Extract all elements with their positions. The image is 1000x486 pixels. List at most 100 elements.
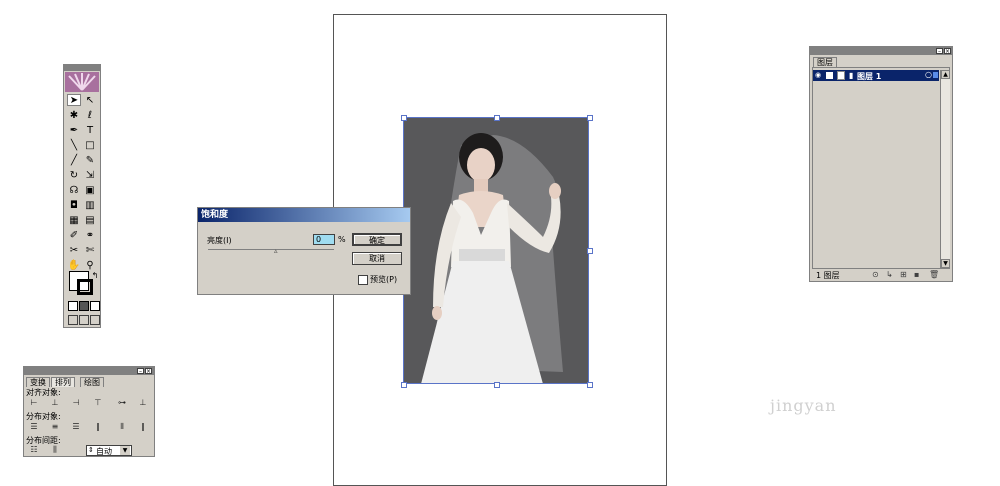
spacing-stepper-icon[interactable]: ⇕ <box>88 446 94 454</box>
selection-handle[interactable] <box>401 115 407 121</box>
spacing-value: 自动 <box>96 447 112 456</box>
distribute-top-icon[interactable]: ☰ <box>28 422 40 432</box>
options-icon[interactable]: ▪ <box>914 270 919 279</box>
selection-handle[interactable] <box>494 115 500 121</box>
tab-transform[interactable]: 变换 <box>26 377 50 387</box>
brightness-slider-thumb[interactable]: ▵ <box>274 248 278 255</box>
spacing-select[interactable]: ⇕ 自动 ▼ <box>86 445 132 456</box>
layers-scrollbar[interactable]: ▲ ▼ <box>940 70 950 268</box>
stroke-color-swatch[interactable] <box>77 279 93 295</box>
hand-tool-icon[interactable]: ✋ <box>67 259 81 271</box>
selection-handle[interactable] <box>587 115 593 121</box>
dialog-title: 饱和度 <box>198 208 410 222</box>
distribute-bottom-icon[interactable]: ☰ <box>70 422 82 432</box>
distribute-objects-label: 分布对象: <box>26 412 61 421</box>
chevron-down-icon[interactable]: ▼ <box>120 446 130 455</box>
type-tool-icon[interactable]: T <box>83 124 97 136</box>
scroll-down-icon[interactable]: ▼ <box>941 259 950 268</box>
close-icon[interactable]: × <box>145 368 152 375</box>
distribute-vertical-space-icon[interactable]: ☷ <box>28 445 40 455</box>
mesh-tool-icon[interactable]: ▦ <box>67 214 81 226</box>
layer-row[interactable]: ◉ ▮ 图层 1 ○ <box>813 70 939 81</box>
delete-layer-icon[interactable]: 🗑 <box>929 270 939 279</box>
align-vcenter-icon[interactable]: ⊶ <box>116 398 128 408</box>
tab-drawing[interactable]: 绘图 <box>80 377 104 387</box>
tab-layers[interactable]: 图层 <box>813 57 837 67</box>
new-sublayer-icon[interactable]: ↳ <box>886 270 893 279</box>
preview-label: 预览(P) <box>370 275 398 284</box>
align-right-icon[interactable]: ⊣ <box>70 398 82 408</box>
align-bottom-icon[interactable]: ⊥ <box>137 398 149 408</box>
selection-box <box>403 117 589 384</box>
layer-name[interactable]: 图层 1 <box>857 71 881 82</box>
selection-handle[interactable] <box>587 382 593 388</box>
tab-arrange[interactable]: 排列 <box>51 377 75 387</box>
distribute-horizontal-space-icon[interactable]: ⫼ <box>49 445 61 455</box>
magic-wand-tool-icon[interactable]: ✱ <box>67 109 81 121</box>
scale-tool-icon[interactable]: ⇲ <box>83 169 97 181</box>
rectangle-tool-icon[interactable]: □ <box>83 139 97 151</box>
lasso-tool-icon[interactable]: ℓ <box>83 109 97 121</box>
panel-titlebar[interactable] <box>810 47 952 55</box>
lock-toggle-icon[interactable] <box>826 72 833 79</box>
close-icon[interactable]: × <box>944 48 951 55</box>
symbol-sprayer-tool-icon[interactable]: ◘ <box>67 199 81 211</box>
selection-handle[interactable] <box>401 382 407 388</box>
new-layer-icon[interactable]: ⊞ <box>900 270 907 279</box>
distribute-left-icon[interactable]: ‖ <box>92 422 104 432</box>
eyedropper-tool-icon[interactable]: ✐ <box>67 229 81 241</box>
panel-titlebar[interactable] <box>24 367 154 375</box>
minimize-icon[interactable]: – <box>936 48 943 55</box>
selection-tool-icon[interactable]: ➤ <box>67 94 81 106</box>
layer-thumbnail-icon: ▮ <box>849 71 854 80</box>
align-left-icon[interactable]: ⊢ <box>28 398 40 408</box>
app-logo <box>65 72 99 92</box>
align-top-icon[interactable]: ⊤ <box>92 398 104 408</box>
selection-handle[interactable] <box>494 382 500 388</box>
warp-tool-icon[interactable]: ☊ <box>67 184 81 196</box>
screen-mode-normal-icon[interactable] <box>68 315 78 325</box>
swap-colors-icon[interactable]: ↰ <box>88 269 102 281</box>
visibility-eye-icon[interactable]: ◉ <box>815 71 821 79</box>
saturation-dialog: 饱和度 亮度(I) 0 % ▵ 确定 取消 预览(P) <box>197 207 411 295</box>
brightness-value-field[interactable]: 0 <box>313 234 335 245</box>
gradient-mode-icon[interactable] <box>79 301 89 311</box>
selection-handle[interactable] <box>587 248 593 254</box>
layers-panel: – × 图层 ◉ ▮ 图层 1 ○ ▲ ▼ 1 图层 ⊙ ↳ ⊞ ▪ 🗑 <box>809 46 953 282</box>
scissors-tool-icon[interactable]: ✄ <box>83 244 97 256</box>
flower-logo-icon <box>65 72 99 92</box>
gradient-tool-icon[interactable]: ▤ <box>83 214 97 226</box>
distribute-hcenter-icon[interactable]: ⫴ <box>116 422 128 432</box>
align-panel: – × 变换 排列 绘图 对齐对象: ⊢ ⊥ ⊣ ⊤ ⊶ ⊥ 分布对象: ☰ ≡… <box>23 366 155 457</box>
graph-tool-icon[interactable]: ▥ <box>83 199 97 211</box>
minimize-icon[interactable]: – <box>137 368 144 375</box>
none-mode-icon[interactable] <box>90 301 100 311</box>
brightness-slider-track[interactable] <box>208 249 334 250</box>
paintbrush-tool-icon[interactable]: ╱ <box>67 154 81 166</box>
direct-selection-tool-icon[interactable]: ↖ <box>83 94 97 106</box>
ok-button[interactable]: 确定 <box>352 233 402 246</box>
layer-options-icon[interactable] <box>837 71 845 80</box>
line-tool-icon[interactable]: ╲ <box>67 139 81 151</box>
scroll-up-icon[interactable]: ▲ <box>941 70 950 79</box>
screen-mode-full-menu-icon[interactable] <box>79 315 89 325</box>
percent-unit: % <box>338 235 346 244</box>
selection-indicator-icon[interactable] <box>933 72 938 78</box>
screen-mode-full-icon[interactable] <box>90 315 100 325</box>
toolbox-titlebar[interactable] <box>64 65 100 71</box>
align-hcenter-icon[interactable]: ⊥ <box>49 398 61 408</box>
pen-tool-icon[interactable]: ✒ <box>67 124 81 136</box>
free-transform-tool-icon[interactable]: ▣ <box>83 184 97 196</box>
color-mode-icon[interactable] <box>68 301 78 311</box>
cancel-button[interactable]: 取消 <box>352 252 402 265</box>
preview-checkbox[interactable] <box>358 275 368 285</box>
rotate-tool-icon[interactable]: ↻ <box>67 169 81 181</box>
slice-tool-icon[interactable]: ✂ <box>67 244 81 256</box>
blend-tool-icon[interactable]: ⚭ <box>83 229 97 241</box>
pencil-tool-icon[interactable]: ✎ <box>83 154 97 166</box>
distribute-vcenter-icon[interactable]: ≡ <box>49 422 61 432</box>
make-clipping-mask-icon[interactable]: ⊙ <box>872 270 879 279</box>
brightness-label: 亮度(I) <box>207 236 232 245</box>
target-circle-icon[interactable]: ○ <box>925 70 932 79</box>
distribute-right-icon[interactable]: ‖ <box>137 422 149 432</box>
